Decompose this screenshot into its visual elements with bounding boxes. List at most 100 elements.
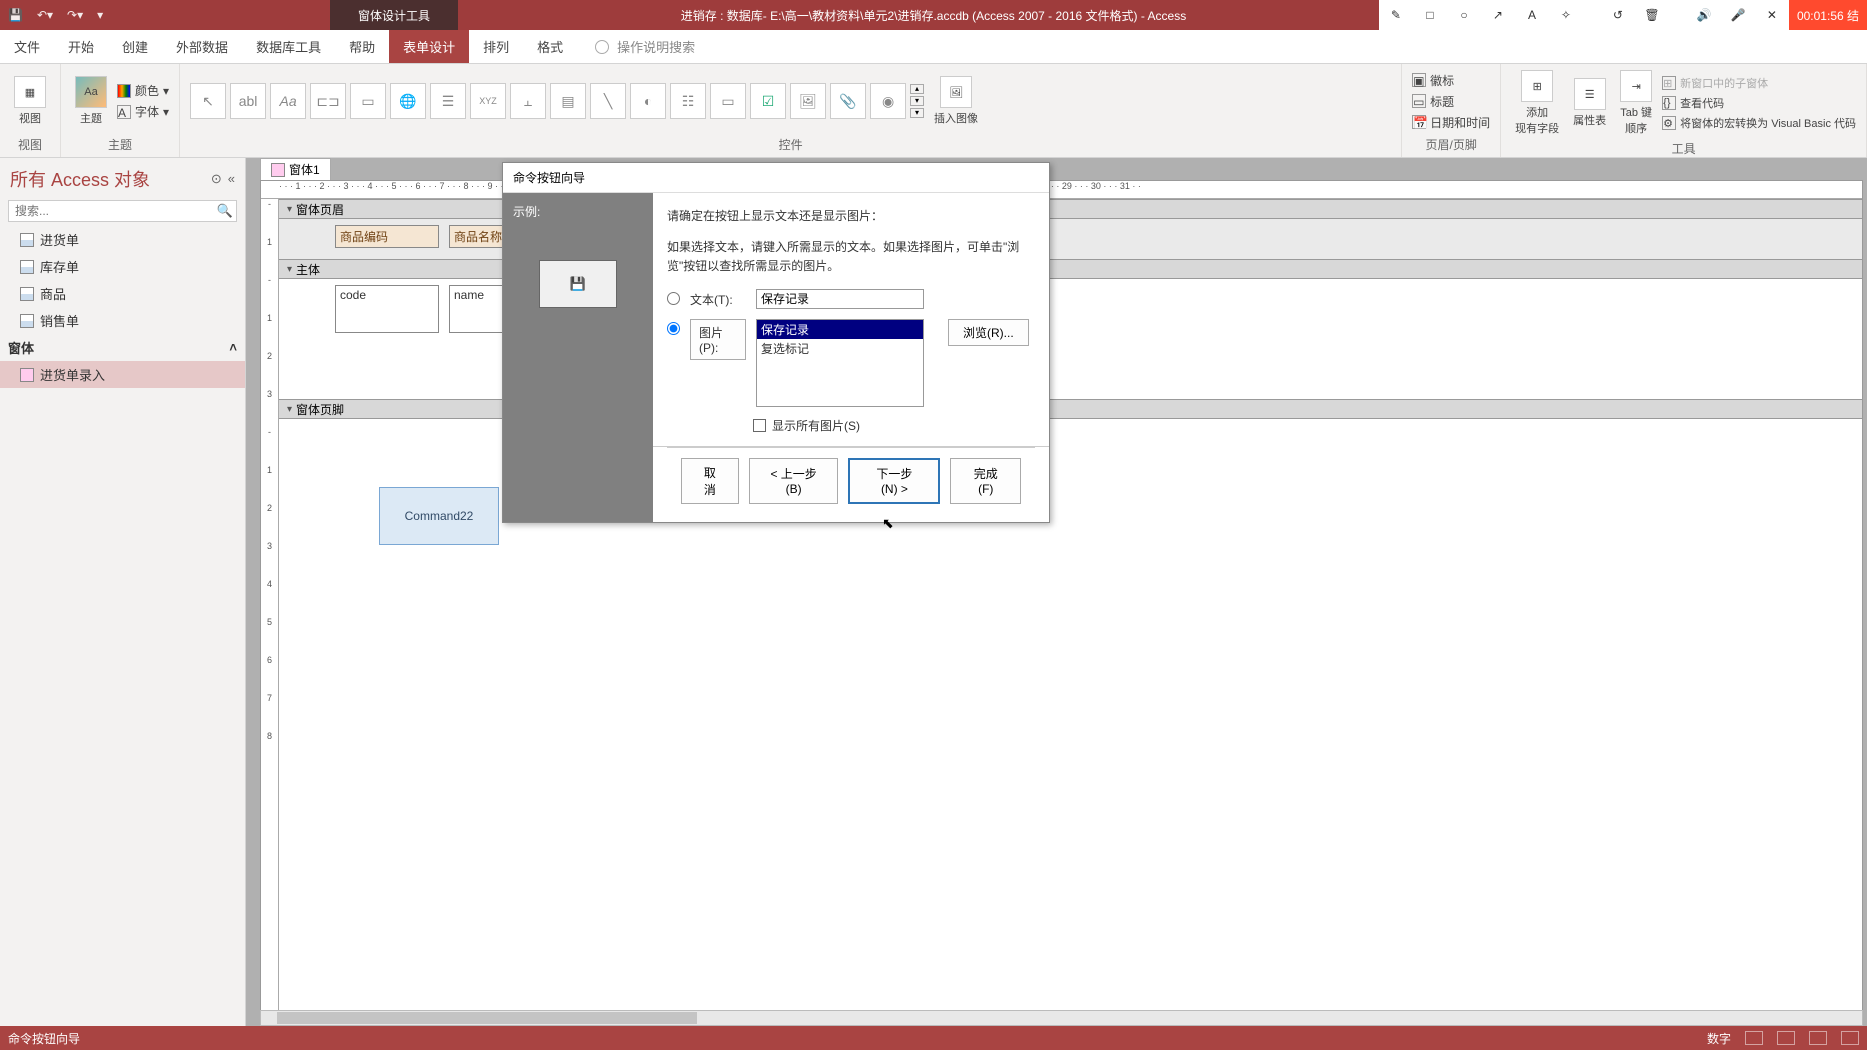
controls-gallery[interactable]: ↖ abl Aa ⊏⊐ ▭ 🌐 ☰ XYZ ⫠ ▤ ╲ ◐ ☷ ▭ ☑ 🖼 📎 … <box>190 83 924 119</box>
title-button[interactable]: ▭标题 <box>1412 93 1490 110</box>
tab-help[interactable]: 帮助 <box>335 30 389 63</box>
finish-button[interactable]: 完成(F) <box>950 458 1021 504</box>
mic-icon[interactable]: 🎤 <box>1721 0 1755 30</box>
nav-collapse-icon[interactable]: « <box>228 171 235 187</box>
view-form-icon[interactable] <box>1745 1031 1763 1045</box>
textbox-tool-icon[interactable]: abl <box>230 83 266 119</box>
record-timer: 00:01:56 结 <box>1789 0 1867 30</box>
textbox-code[interactable]: code <box>335 285 439 333</box>
toggle-tool-icon[interactable]: ◐ <box>630 83 666 119</box>
scrollbar-thumb[interactable] <box>277 1012 697 1024</box>
link-tool-icon[interactable]: 🌐 <box>390 83 426 119</box>
cancel-button[interactable]: 取消 <box>681 458 739 504</box>
attach-tool-icon[interactable]: 📎 <box>830 83 866 119</box>
tab-database-tools[interactable]: 数据库工具 <box>242 30 335 63</box>
insert-image-button[interactable]: 🖼 插入图像 <box>930 74 982 128</box>
nav-tool-icon[interactable]: ☰ <box>430 83 466 119</box>
view-layout-icon[interactable] <box>1809 1031 1827 1045</box>
next-button[interactable]: 下一步(N) > <box>848 458 940 504</box>
label-code[interactable]: 商品编码 <box>335 225 439 248</box>
tell-me-search[interactable]: 操作说明搜索 <box>577 30 695 63</box>
subform-new-window-button[interactable]: ⊞新窗口中的子窗体 <box>1662 75 1856 91</box>
speaker-icon[interactable]: 🔊 <box>1687 0 1721 30</box>
add-fields-button[interactable]: ⊞添加 现有字段 <box>1511 68 1563 138</box>
view-design-icon[interactable] <box>1841 1031 1859 1045</box>
nav-header[interactable]: 所有 Access 对象 ⊙ « <box>0 158 245 196</box>
fonts-button[interactable]: A字体 ▾ <box>117 103 169 120</box>
nav-item-table[interactable]: 库存单 <box>0 253 245 280</box>
undo-icon[interactable]: ↶▾ <box>37 8 53 22</box>
list2-tool-icon[interactable]: ☷ <box>670 83 706 119</box>
trash-icon[interactable]: 🗑 <box>1635 0 1669 30</box>
back-button[interactable]: < 上一步(B) <box>749 458 839 504</box>
horizontal-scrollbar[interactable] <box>260 1010 1863 1026</box>
colors-button[interactable]: 颜色 ▾ <box>117 82 169 99</box>
picture-list-item[interactable]: 保存记录 <box>757 320 923 339</box>
tab-file[interactable]: 文件 <box>0 30 54 63</box>
text-caption-input[interactable] <box>756 289 924 309</box>
nav-item-table[interactable]: 商品 <box>0 280 245 307</box>
highlight-icon[interactable]: ✧ <box>1549 0 1583 30</box>
revert-icon[interactable]: ↺ <box>1601 0 1635 30</box>
image-tool-icon[interactable]: 🖼 <box>790 83 826 119</box>
browse-button[interactable]: 浏览(R)... <box>948 319 1029 346</box>
picture-list-item[interactable]: 复选标记 <box>757 339 923 358</box>
insert-break-icon[interactable]: ⫠ <box>510 83 546 119</box>
combo-tool-icon[interactable]: XYZ <box>470 83 506 119</box>
list-tool-icon[interactable]: ▤ <box>550 83 586 119</box>
radio-text[interactable] <box>667 292 680 305</box>
nav-item-table[interactable]: 进货单 <box>0 226 245 253</box>
views-button[interactable]: ▦ 视图 <box>10 74 50 128</box>
label-tool-icon[interactable]: Aa <box>270 83 306 119</box>
text-icon[interactable]: A <box>1515 0 1549 30</box>
redo-icon[interactable]: ↷▾ <box>67 8 83 22</box>
nav-search-input[interactable] <box>8 200 237 222</box>
gallery-scroll[interactable]: ▴▾▾ <box>910 83 924 119</box>
tab-create[interactable]: 创建 <box>108 30 162 63</box>
wizard-content: 请确定在按钮上显示文本还是显示图片： 如果选择文本，请键入所需显示的文本。如果选… <box>653 193 1049 522</box>
views-label: 视图 <box>19 110 41 126</box>
nav-item-table[interactable]: 销售单 <box>0 307 245 334</box>
convert-macros-button[interactable]: ⚙将窗体的宏转换为 Visual Basic 代码 <box>1662 115 1856 131</box>
table-icon <box>20 233 34 247</box>
property-sheet-button[interactable]: ☰属性表 <box>1569 76 1610 130</box>
wizard-title: 命令按钮向导 <box>503 163 1049 193</box>
logo-button[interactable]: ▣徽标 <box>1412 72 1490 89</box>
arrow-icon[interactable]: ↗ <box>1481 0 1515 30</box>
tab-external-data[interactable]: 外部数据 <box>162 30 242 63</box>
qat-customize-icon[interactable]: ▾ <box>97 8 103 22</box>
tab-tool-icon[interactable]: ▭ <box>350 83 386 119</box>
option-tool-icon[interactable]: ◉ <box>870 83 906 119</box>
save-icon[interactable]: 💾 <box>8 8 23 22</box>
view-code-button[interactable]: {}查看代码 <box>1662 95 1856 111</box>
button-tool-icon[interactable]: ⊏⊐ <box>310 83 346 119</box>
picture-list[interactable]: 保存记录 复选标记 <box>756 319 924 407</box>
pen-icon[interactable]: ✎ <box>1379 0 1413 30</box>
nav-header-title: 所有 Access 对象 <box>10 166 150 192</box>
view-datasheet-icon[interactable] <box>1777 1031 1795 1045</box>
datetime-button[interactable]: 📅日期和时间 <box>1412 114 1490 131</box>
nav-dropdown-icon[interactable]: ⊙ <box>211 171 222 187</box>
show-all-checkbox[interactable] <box>753 419 766 432</box>
select-tool-icon[interactable]: ↖ <box>190 83 226 119</box>
nav-item-form[interactable]: 进货单录入 <box>0 361 245 388</box>
close-icon[interactable]: ✕ <box>1755 0 1789 30</box>
tab-form-design[interactable]: 表单设计 <box>389 30 469 63</box>
square-icon[interactable]: □ <box>1413 0 1447 30</box>
title-icon: ▭ <box>1412 94 1426 108</box>
line-tool-icon[interactable]: ╲ <box>590 83 626 119</box>
command-button-22[interactable]: Command22 <box>379 487 499 545</box>
themes-button[interactable]: Aa 主题 <box>71 74 111 128</box>
tab-format[interactable]: 格式 <box>523 30 577 63</box>
nav-group-forms[interactable]: 窗体˄ <box>0 334 245 361</box>
tab-home[interactable]: 开始 <box>54 30 108 63</box>
radio-picture[interactable] <box>667 322 680 335</box>
search-icon[interactable]: 🔍 <box>217 203 233 219</box>
form-icon <box>271 163 285 177</box>
form-tab[interactable]: 窗体1 <box>260 158 331 180</box>
circle-icon[interactable]: ○ <box>1447 0 1481 30</box>
tab-order-button[interactable]: ⇥Tab 键 顺序 <box>1616 68 1656 138</box>
rect-tool-icon[interactable]: ▭ <box>710 83 746 119</box>
checkbox-tool-icon[interactable]: ☑ <box>750 83 786 119</box>
tab-arrange[interactable]: 排列 <box>469 30 523 63</box>
